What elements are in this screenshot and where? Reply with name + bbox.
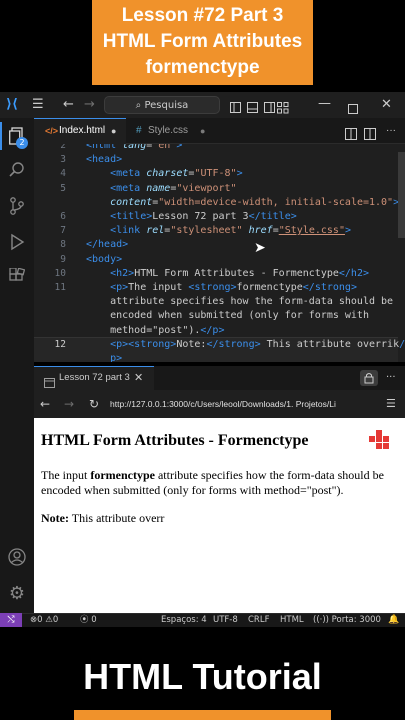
minimize-icon[interactable]: —: [318, 91, 331, 117]
close-icon[interactable]: ✕: [381, 92, 392, 118]
extensions-icon[interactable]: [0, 267, 34, 288]
search-sidebar-icon[interactable]: [0, 162, 34, 182]
more-actions-icon[interactable]: ···: [386, 118, 396, 144]
page-paragraph-2: Note: This attribute overr: [41, 511, 165, 525]
search-label: Pesquisa: [144, 100, 189, 111]
code-line[interactable]: <h2>HTML Form Attributes - Formenctype</…: [86, 267, 369, 281]
code-line[interactable]: encoded when submitted (only for forms w…: [86, 309, 369, 323]
refresh-icon[interactable]: ↻: [89, 390, 99, 418]
code-line[interactable]: <title>Lesson 72 part 3</title>: [86, 210, 297, 224]
extension-logo-icon: [369, 430, 393, 454]
back-arrow-icon[interactable]: ←: [63, 92, 74, 118]
lesson-banner: Lesson #72 Part 3 HTML Form Attributes f…: [92, 0, 313, 85]
line-number: 12: [54, 338, 66, 350]
preview-tab-label: Lesson 72 part 3: [59, 372, 130, 383]
broadcast-icon: ((·)): [313, 615, 329, 625]
line-number: 11: [54, 282, 66, 293]
unsaved-dot-icon: ●: [200, 126, 206, 136]
line-number: 8: [60, 239, 66, 251]
code-line[interactable]: content="width=device-width, initial-sca…: [86, 196, 399, 210]
css-file-icon: #: [136, 125, 142, 136]
tab-label-index: Index.html: [59, 125, 106, 136]
ports-indicator[interactable]: ⦿ 0: [80, 613, 97, 627]
menu-icon[interactable]: ☰: [386, 390, 396, 418]
command-search[interactable]: ⌕ Pesquisa: [104, 96, 220, 114]
run-debug-icon[interactable]: [0, 233, 34, 255]
unsaved-dot-icon: ●: [111, 126, 117, 136]
forward-arrow-icon[interactable]: →: [84, 92, 95, 118]
banner-line-1: Lesson #72 Part 3: [121, 5, 284, 26]
tutorial-title: HTML Tutorial: [83, 656, 322, 697]
code-line[interactable]: <meta charset="UTF-8">: [86, 167, 243, 181]
line-number: 2: [60, 144, 66, 151]
banner-line-2: HTML Form Attributes: [102, 31, 303, 52]
problems-indicator[interactable]: ⊗0 ⚠0: [30, 613, 58, 627]
code-line[interactable]: <body>: [86, 253, 122, 267]
source-control-icon[interactable]: [0, 197, 34, 219]
code-line[interactable]: <head>: [86, 153, 122, 167]
code-line[interactable]: <html lang="en">: [86, 144, 182, 153]
banner-line-3: formenctype: [145, 57, 260, 78]
more-actions-icon[interactable]: ···: [386, 366, 396, 390]
line-number: 4: [60, 168, 66, 180]
line-number: 5: [60, 182, 66, 194]
eol-status[interactable]: CRLF: [248, 613, 269, 627]
line-number: 7: [60, 225, 66, 237]
code-editor[interactable]: 2 <html lang="en"> 3 <head> 4 <meta charset=…: [34, 144, 405, 362]
line-number: 3: [60, 154, 66, 166]
search-icon: ⌕: [135, 100, 142, 111]
code-line[interactable]: method="post").</p>: [86, 324, 224, 338]
code-line[interactable]: <link rel="stylesheet" href="Style.css">: [86, 224, 351, 238]
line-number: 9: [60, 253, 66, 265]
explorer-badge: 2: [16, 137, 28, 149]
back-arrow-icon[interactable]: ←: [40, 390, 50, 418]
url-field[interactable]: http://127.0.0.1:3000/c/Users/leool/Down…: [110, 390, 380, 418]
code-line[interactable]: <meta name="viewport": [86, 182, 236, 196]
notifications-bell-icon[interactable]: 🔔: [388, 613, 399, 627]
customize-layout-icon[interactable]: [277, 99, 289, 118]
code-line[interactable]: p>: [86, 352, 122, 362]
encoding-status[interactable]: UTF-8: [213, 613, 238, 627]
mouse-cursor-icon: ➤: [254, 240, 266, 256]
code-line[interactable]: <p><strong>Note:</strong> This attribute…: [86, 338, 405, 352]
split-editor-icon[interactable]: [364, 125, 376, 144]
page-paragraph-1: The input formenctype attribute specifie…: [41, 468, 384, 497]
open-preview-icon[interactable]: [345, 125, 357, 144]
close-tab-icon[interactable]: ✕: [134, 366, 143, 390]
vscode-logo-icon: ⟩⟨: [6, 97, 18, 112]
forward-arrow-icon[interactable]: →: [64, 390, 74, 418]
menu-icon[interactable]: ☰: [32, 92, 44, 118]
remote-icon[interactable]: ⤭: [0, 613, 22, 627]
rendered-page: HTML Form Attributes - Formenctype The i…: [34, 418, 405, 613]
code-line[interactable]: <p>The input <strong>formenctype</strong…: [86, 281, 357, 295]
account-icon[interactable]: [0, 548, 34, 570]
code-line[interactable]: attribute specifies how the form-data sh…: [86, 295, 393, 309]
activity-bar: [0, 118, 34, 613]
language-status[interactable]: HTML: [280, 613, 304, 627]
settings-gear-icon[interactable]: ⚙: [0, 583, 34, 604]
maximize-icon[interactable]: [348, 99, 358, 118]
radio-tower-icon: ⦿: [80, 615, 89, 625]
accent-bar: [74, 710, 331, 720]
indentation-status[interactable]: Espaços: 4: [161, 613, 207, 627]
live-server-status[interactable]: ((·)) Porta: 3000: [313, 613, 381, 627]
line-number: 10: [54, 267, 66, 279]
lock-icon[interactable]: [360, 370, 378, 386]
warning-icon: ⚠: [45, 615, 53, 625]
editor-scrollbar[interactable]: [398, 152, 405, 238]
tab-label-style: Style.css: [148, 125, 189, 136]
html-file-icon: </>: [45, 126, 59, 136]
page-heading: HTML Form Attributes - Formenctype: [41, 432, 309, 449]
line-number: 6: [60, 211, 66, 222]
code-line[interactable]: </head>: [86, 238, 128, 252]
